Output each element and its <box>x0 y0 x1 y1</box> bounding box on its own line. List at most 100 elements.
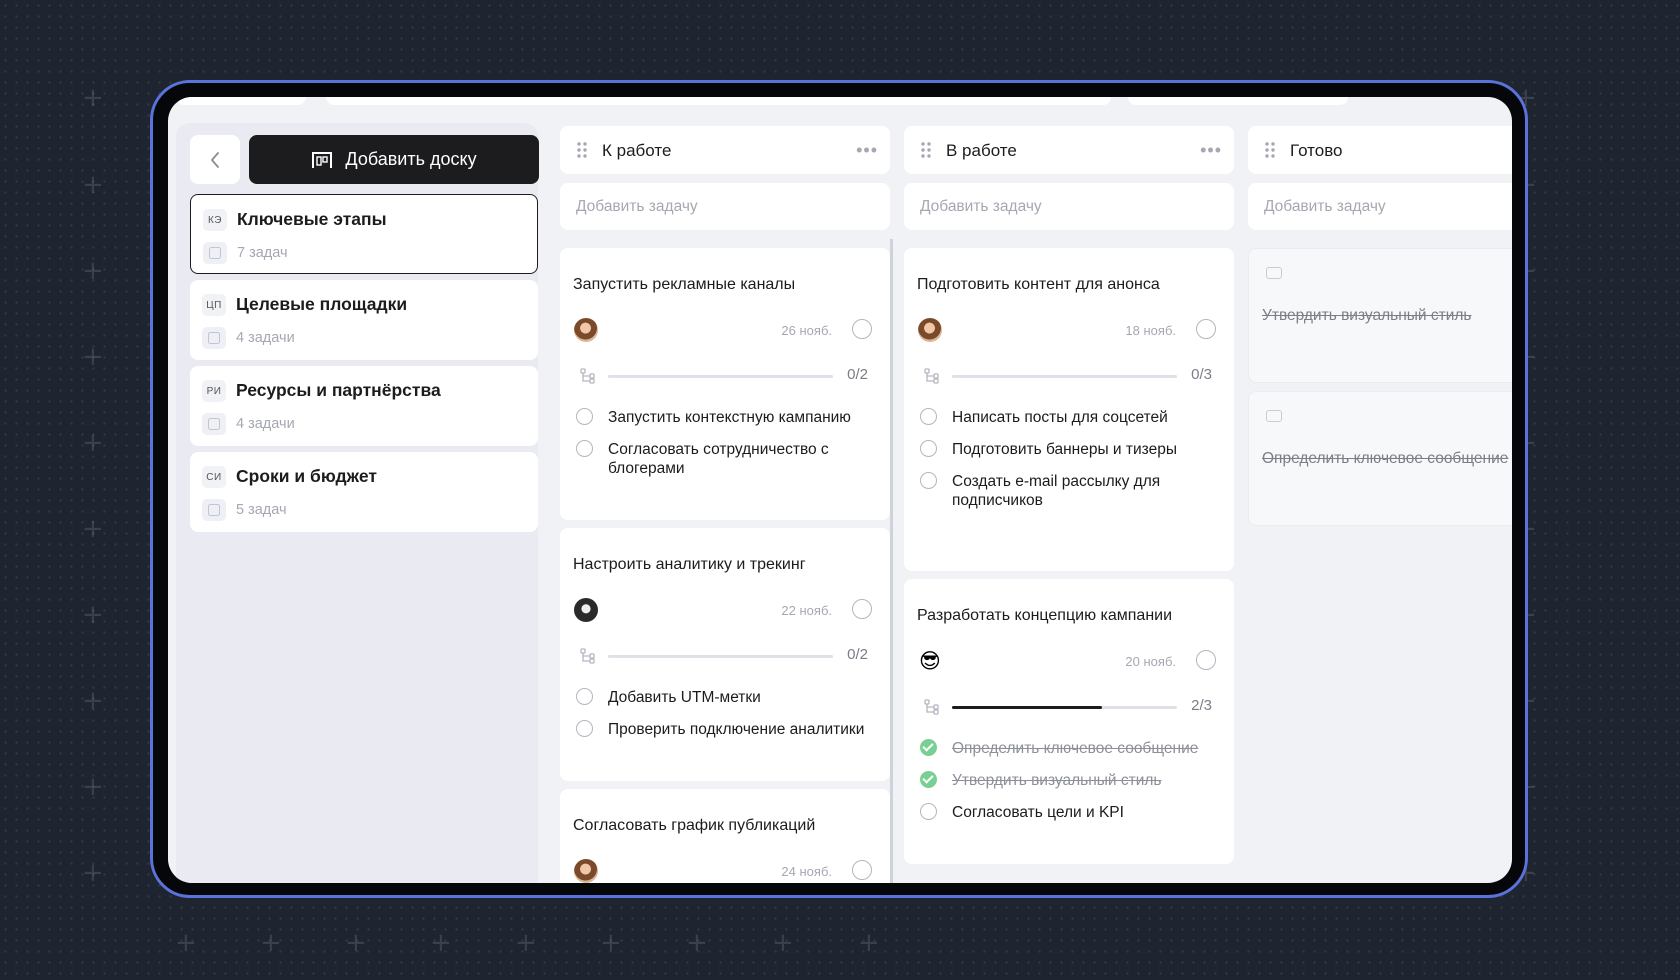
subtask-item[interactable]: Утвердить визуальный стиль <box>918 771 1218 790</box>
subtask-text: Добавить UTM-метки <box>608 689 761 706</box>
assignee-avatar[interactable] <box>574 859 598 883</box>
subtask-checkbox[interactable] <box>920 803 937 820</box>
subtask-item[interactable]: Запустить контекстную кампанию <box>574 408 874 427</box>
task-title: Настроить аналитику и трекинг <box>573 556 806 573</box>
add-task-input[interactable]: Добавить задачу <box>904 183 1234 230</box>
board-name: Сроки и бюджет <box>236 466 377 486</box>
subtask-progress-count: 0/2 <box>847 646 868 663</box>
column-header[interactable]: В работе ••• <box>904 126 1234 174</box>
assignee-avatar[interactable] <box>918 318 942 342</box>
subtask-progress-fill <box>952 706 1103 709</box>
assignee-avatar[interactable] <box>574 598 598 622</box>
assignee-avatar[interactable]: 😎 <box>918 649 942 673</box>
due-date: 22 нояб. <box>781 603 832 618</box>
subtask-checkbox[interactable] <box>576 440 593 457</box>
complete-task-checkbox[interactable] <box>1196 650 1216 670</box>
background-plus-mark: + <box>772 928 794 958</box>
back-button[interactable] <box>190 135 240 184</box>
board-item[interactable]: КЭ Ключевые этапы 7 задач <box>190 194 538 274</box>
subtask-checkbox[interactable] <box>576 688 593 705</box>
board-item[interactable]: ЦП Целевые площадки 4 задачи <box>190 280 538 360</box>
subtask-item[interactable]: Определить ключевое сообщение <box>918 739 1218 758</box>
add-task-input[interactable]: Добавить задачу <box>560 183 890 230</box>
subtask-progress-bar <box>952 375 1177 378</box>
task-card[interactable]: Подготовить контент для анонса 18 нояб. 0/… <box>904 248 1234 571</box>
kanban-column: В работе ••• Добавить задачу Подготовить ко… <box>904 126 1234 883</box>
board-task-count: 5 задач <box>236 502 287 518</box>
subtask-progress-count: 2/3 <box>1191 697 1212 714</box>
subtask-checkbox[interactable] <box>920 408 937 425</box>
board-task-count: 4 задачи <box>236 330 295 346</box>
subtask-item[interactable]: Согласовать сотрудничество с блогерами <box>574 440 874 478</box>
column-header[interactable]: Готово <box>1248 126 1512 174</box>
subtask-text: Определить ключевое сообщение <box>952 740 1199 757</box>
top-strip <box>168 97 1512 109</box>
complete-task-checkbox[interactable] <box>1196 319 1216 339</box>
subtasks-icon <box>924 368 940 384</box>
task-card[interactable]: Запустить рекламные каналы 26 нояб. 0/2 Зап… <box>560 248 890 520</box>
kanban-column: Готово Добавить задачу Утвердить визуальны… <box>1248 126 1512 883</box>
task-list-icon <box>202 413 226 435</box>
more-options-icon[interactable]: ••• <box>1200 140 1222 161</box>
subtask-text: Подготовить баннеры и тизеры <box>952 441 1177 458</box>
kanban-column: К работе ••• Добавить задачу Запустить рекл… <box>560 126 890 883</box>
board-task-count: 4 задачи <box>236 416 295 432</box>
task-card[interactable]: Согласовать график публикаций 24 нояб. <box>560 789 890 883</box>
column-scroll-divider[interactable] <box>890 239 893 883</box>
checked-circle-icon[interactable] <box>920 771 937 788</box>
task-title: Запустить рекламные каналы <box>573 276 796 293</box>
subtask-item[interactable]: Подготовить баннеры и тизеры <box>918 440 1218 459</box>
column-title: Готово <box>1290 141 1343 160</box>
add-board-label: Добавить доску <box>345 149 477 169</box>
subtask-list: Написать посты для соцсетей Подготовить б… <box>918 408 1218 523</box>
subtask-checkbox[interactable] <box>576 720 593 737</box>
checked-circle-icon[interactable] <box>920 739 937 756</box>
subtask-item[interactable]: Написать посты для соцсетей <box>918 408 1218 427</box>
background-plus-mark: + <box>430 928 452 958</box>
background-plus-mark: + <box>82 514 104 544</box>
complete-task-checkbox[interactable] <box>852 319 872 339</box>
assignee-avatar[interactable] <box>574 318 598 342</box>
board-abbr: СИ <box>202 466 226 488</box>
background-plus-mark: + <box>600 928 622 958</box>
add-board-button[interactable]: Добавить доску <box>249 135 539 184</box>
subtask-checkbox[interactable] <box>920 440 937 457</box>
complete-task-checkbox[interactable] <box>852 599 872 619</box>
task-card[interactable]: Настроить аналитику и трекинг 22 нояб. 0/2… <box>560 528 890 781</box>
background-plus-mark: + <box>82 600 104 630</box>
column-header[interactable]: К работе ••• <box>560 126 890 174</box>
add-task-placeholder: Добавить задачу <box>576 198 698 215</box>
drag-handle-icon[interactable] <box>1264 141 1276 159</box>
due-date: 26 нояб. <box>781 323 832 338</box>
background-plus-mark: + <box>515 928 537 958</box>
drag-handle-icon[interactable] <box>920 141 932 159</box>
background-plus-mark: + <box>345 928 367 958</box>
board-item[interactable]: РИ Ресурсы и партнёрства 4 задачи <box>190 366 538 446</box>
background-plus-mark: + <box>82 428 104 458</box>
completed-task-card[interactable]: Определить ключевое сообщение <box>1248 391 1512 526</box>
add-task-input[interactable]: Добавить задачу <box>1248 183 1512 230</box>
complete-task-checkbox[interactable] <box>852 860 872 880</box>
subtask-text: Написать посты для соцсетей <box>952 409 1168 426</box>
completed-task-title: Определить ключевое сообщение <box>1262 450 1509 467</box>
background-plus-mark: + <box>82 83 104 113</box>
task-title: Согласовать график публикаций <box>573 817 816 834</box>
subtask-progress-count: 0/2 <box>847 366 868 383</box>
board-abbr: ЦП <box>202 294 226 316</box>
task-card[interactable]: Разработать концепцию кампании 😎 20 нояб. 2… <box>904 579 1234 864</box>
subtask-item[interactable]: Создать e-mail рассылку для подписчиков <box>918 472 1218 510</box>
subtask-item[interactable]: Проверить подключение аналитики <box>574 720 874 739</box>
background-plus-mark: + <box>82 256 104 286</box>
background-plus-mark: + <box>175 928 197 958</box>
subtask-progress-bar <box>608 655 833 658</box>
column-title: К работе <box>602 141 672 160</box>
more-options-icon[interactable]: ••• <box>856 140 878 161</box>
drag-handle-icon[interactable] <box>576 141 588 159</box>
subtask-checkbox[interactable] <box>576 408 593 425</box>
subtask-item[interactable]: Добавить UTM-метки <box>574 688 874 707</box>
subtask-list: Определить ключевое сообщение Утвердить в… <box>918 739 1218 835</box>
completed-task-card[interactable]: Утвердить визуальный стиль <box>1248 248 1512 383</box>
subtask-checkbox[interactable] <box>920 472 937 489</box>
subtask-item[interactable]: Согласовать цели и KPI <box>918 803 1218 822</box>
board-item[interactable]: СИ Сроки и бюджет 5 задач <box>190 452 538 532</box>
